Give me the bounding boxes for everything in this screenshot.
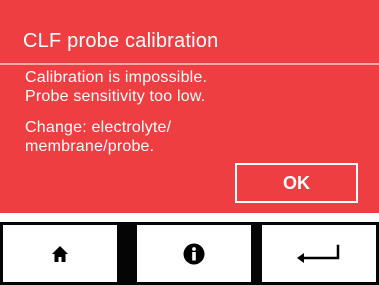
error-dialog: CLF probe calibration Calibration is imp… xyxy=(0,0,379,213)
info-icon xyxy=(183,243,205,265)
message-line-4: membrane/probe. xyxy=(25,138,155,155)
info-button[interactable] xyxy=(137,225,251,282)
title-divider xyxy=(0,63,379,65)
bottom-toolbar xyxy=(0,222,379,285)
message-line-1: Calibration is impossible. xyxy=(25,69,208,86)
back-button[interactable] xyxy=(262,225,376,282)
message-line-2: Probe sensitivity too low. xyxy=(25,88,206,105)
screen: CLF probe calibration Calibration is imp… xyxy=(0,0,379,285)
message-line-3: Change: electrolyte/ xyxy=(25,119,172,136)
ok-button[interactable]: OK xyxy=(235,163,358,203)
home-button[interactable] xyxy=(3,225,117,282)
return-arrow-icon xyxy=(294,243,344,265)
dialog-title: CLF probe calibration xyxy=(23,30,219,52)
home-icon xyxy=(51,245,69,263)
